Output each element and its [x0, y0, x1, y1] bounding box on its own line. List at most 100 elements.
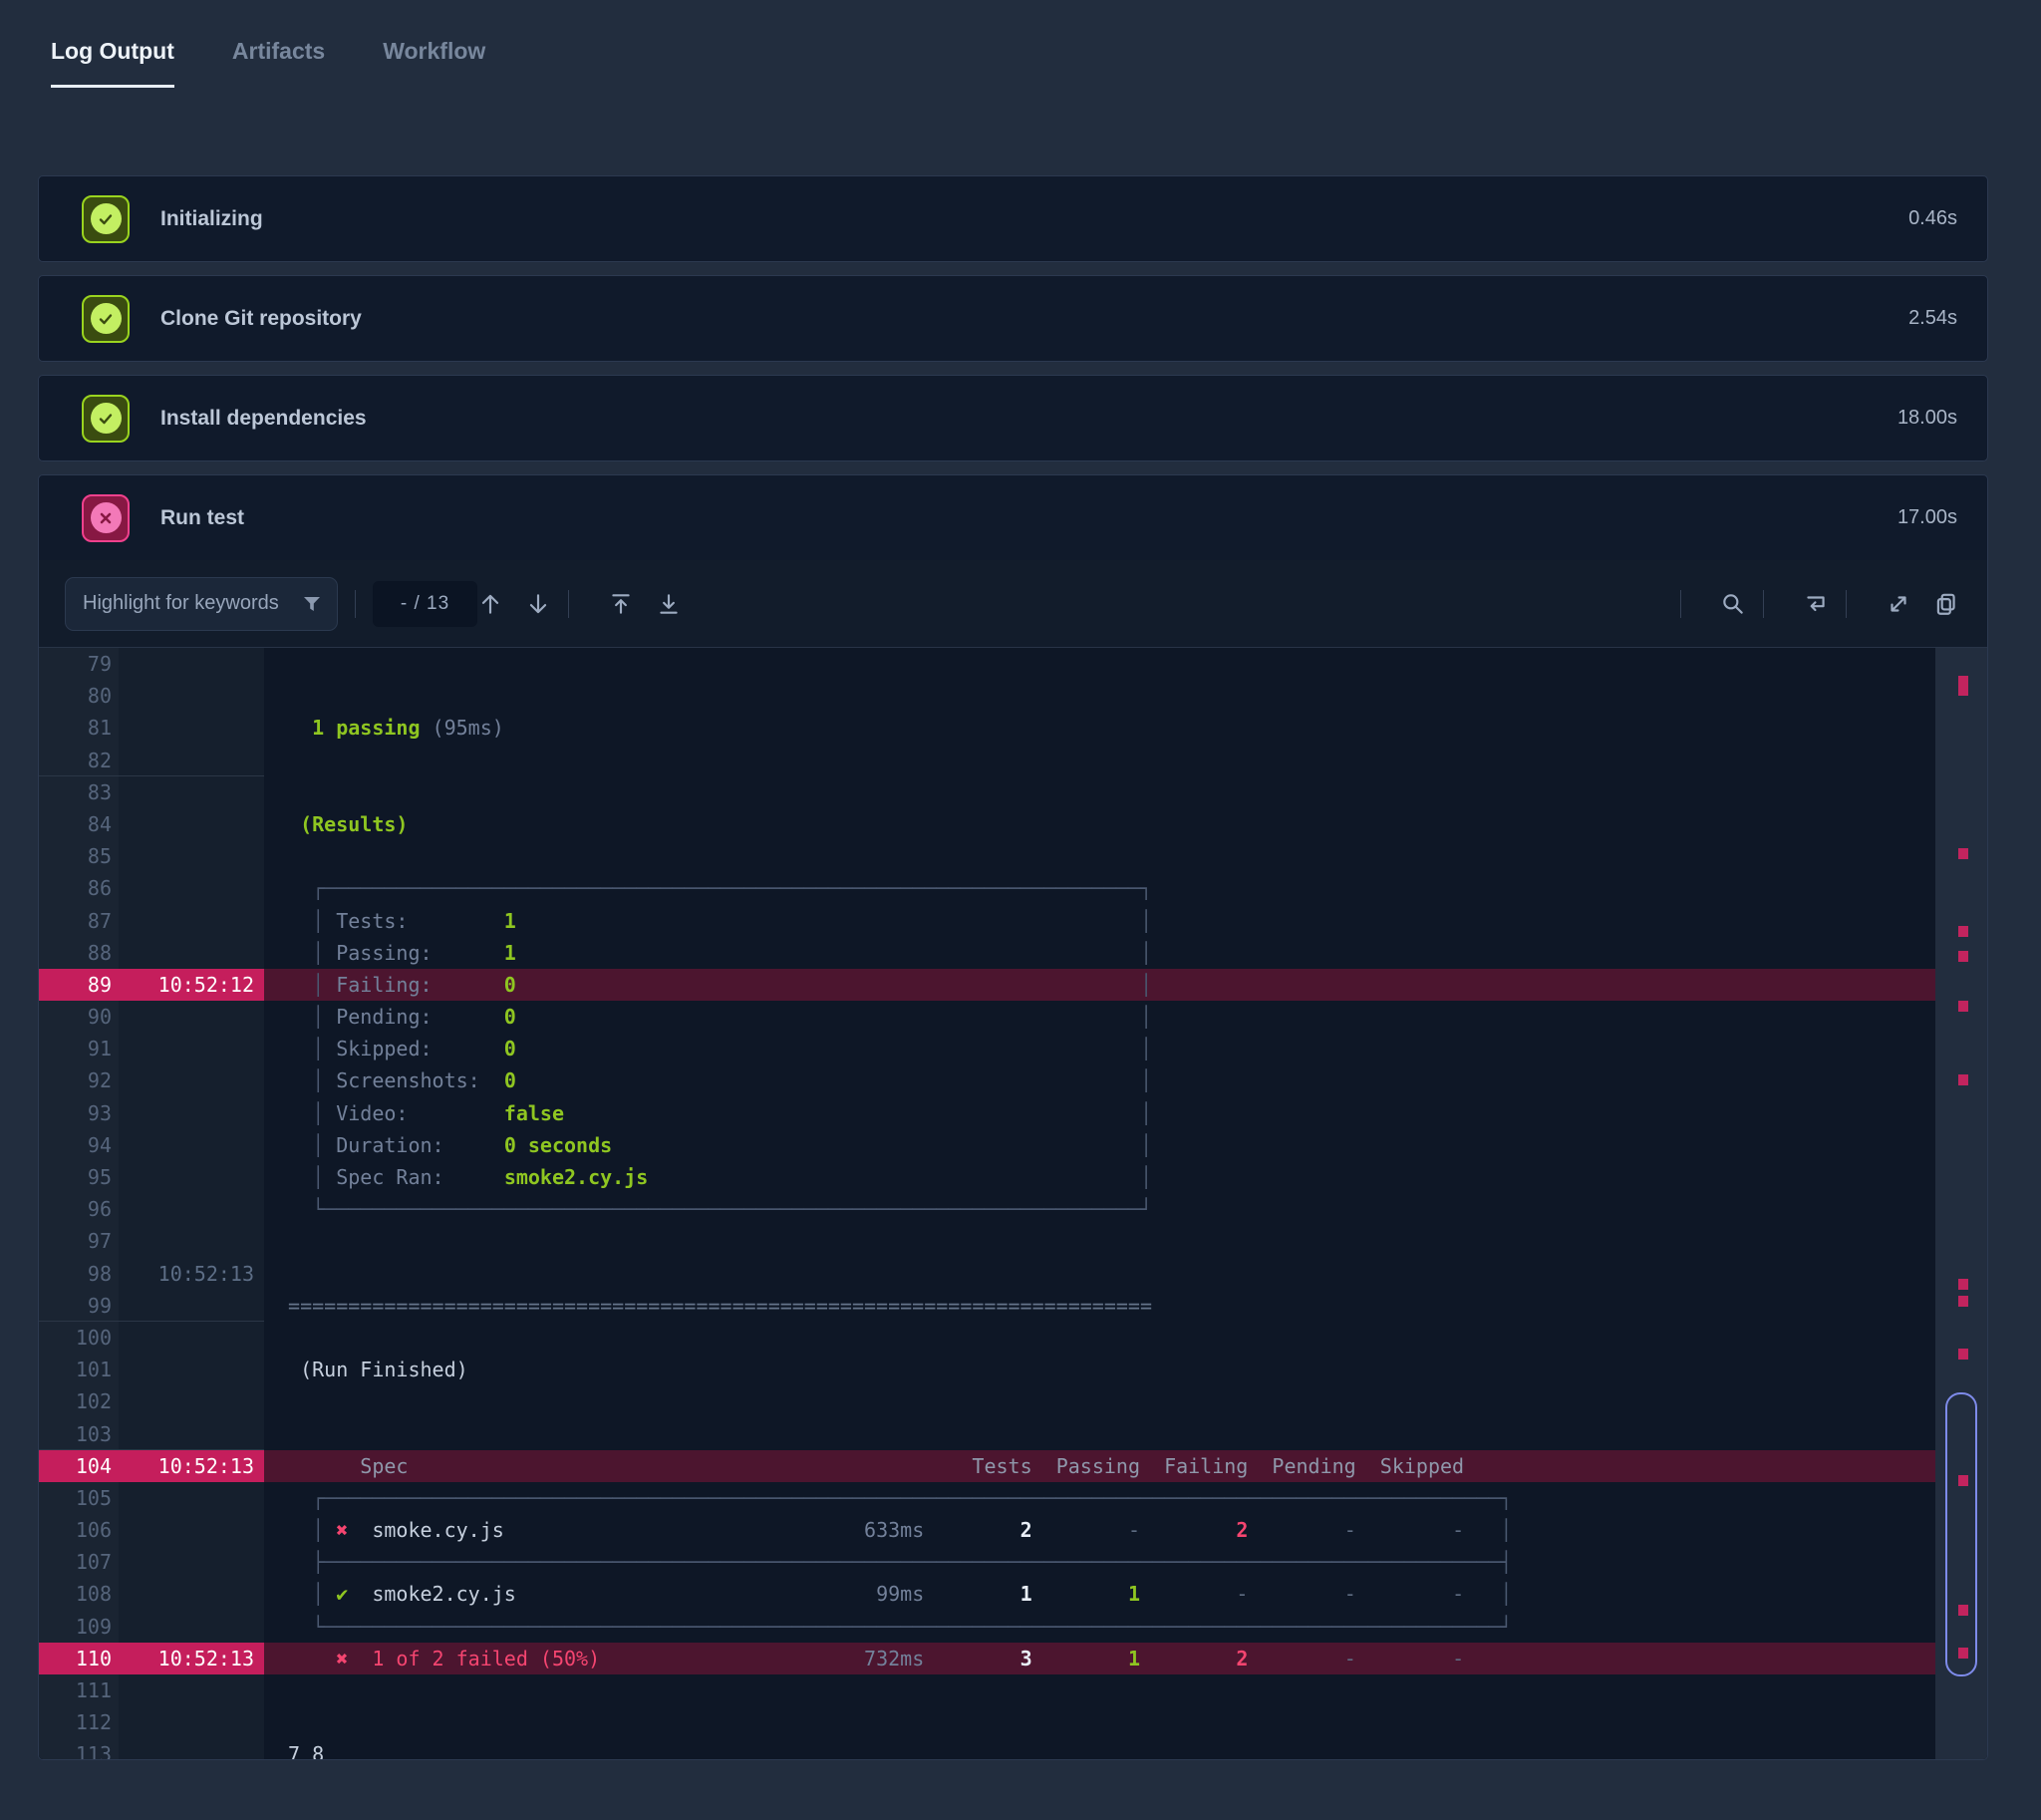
line-number[interactable]: 89: [39, 968, 119, 1002]
scroll-to-bottom-button[interactable]: [656, 591, 682, 617]
line-timestamp: [119, 1128, 264, 1161]
highlight-keywords-input[interactable]: Highlight for keywords: [65, 576, 338, 631]
line-timestamp: [119, 1385, 264, 1418]
line-content: ├ ───────────────────────────────────────…: [276, 1550, 1513, 1575]
scroll-to-top-button[interactable]: [608, 591, 634, 617]
log-line: 82: [39, 744, 1987, 776]
log-line: 102: [39, 1385, 1987, 1418]
line-number[interactable]: 81: [39, 712, 119, 745]
tab-artifacts[interactable]: Artifacts: [232, 38, 325, 88]
line-number[interactable]: 100: [39, 1321, 119, 1355]
line-timestamp: [119, 680, 264, 713]
minimap-marker: [1958, 1349, 1968, 1360]
line-number[interactable]: 95: [39, 1161, 119, 1194]
minimap-marker: [1958, 951, 1968, 962]
minimap-scrollbar-thumb[interactable]: [1945, 1392, 1977, 1676]
line-content: │ Screenshots: 0 │: [276, 1068, 1153, 1093]
step-duration: 2.54s: [1908, 307, 1957, 329]
minimap-marker: [1958, 1074, 1968, 1085]
line-number[interactable]: 105: [39, 1481, 119, 1515]
log-minimap[interactable]: [1935, 648, 1987, 1759]
tab-log-output[interactable]: Log Output: [51, 38, 174, 88]
line-content: [264, 840, 1987, 872]
expand-button[interactable]: [1886, 591, 1911, 617]
line-content: [264, 1385, 1987, 1417]
line-number[interactable]: 104: [39, 1449, 119, 1482]
status-passed-icon: [82, 194, 130, 243]
line-number[interactable]: 101: [39, 1354, 119, 1386]
line-number[interactable]: 107: [39, 1546, 119, 1579]
tab-workflow[interactable]: Workflow: [383, 38, 485, 88]
log-line: 92 │ Screenshots: 0 │: [39, 1064, 1987, 1097]
line-number[interactable]: 96: [39, 1193, 119, 1226]
status-passed-icon: [82, 294, 130, 343]
line-content: [264, 648, 1987, 680]
line-content: └ ───────────────────────────────────────…: [276, 1614, 1513, 1639]
line-number[interactable]: 91: [39, 1033, 119, 1065]
line-number[interactable]: 94: [39, 1128, 119, 1161]
search-button[interactable]: [1720, 591, 1746, 617]
line-number[interactable]: 112: [39, 1706, 119, 1739]
toolbar-divider: [1680, 589, 1681, 618]
line-content: [264, 1225, 1987, 1257]
log-line: 109 └ ───────────────────────────────────…: [39, 1610, 1987, 1643]
step-title: Run test: [160, 505, 244, 529]
line-content: │ Passing: 1 │: [276, 940, 1153, 965]
line-number[interactable]: 93: [39, 1096, 119, 1129]
log-viewer: 79 80 81 1 passing (95ms) 82 83 84 (Results) 8…: [39, 648, 1987, 1759]
line-number[interactable]: 90: [39, 1001, 119, 1034]
previous-match-button[interactable]: [477, 591, 503, 617]
line-number[interactable]: 102: [39, 1385, 119, 1418]
expand-icon: [1891, 595, 1906, 612]
line-timestamp: [119, 1033, 264, 1065]
line-number[interactable]: 97: [39, 1225, 119, 1258]
line-number[interactable]: 92: [39, 1064, 119, 1097]
log-line: 110 10:52:13 ✖ 1 of 2 failed (50%) 732ms …: [39, 1642, 1987, 1674]
line-number[interactable]: 98: [39, 1257, 119, 1290]
line-number[interactable]: 87: [39, 904, 119, 937]
status-failed-icon: [82, 493, 130, 542]
log-line: 95 │ Spec Ran: smoke2.cy.js │: [39, 1161, 1987, 1194]
line-timestamp: [119, 1321, 264, 1355]
line-number[interactable]: 103: [39, 1417, 119, 1450]
log-line: 90 │ Pending: 0 │: [39, 1001, 1987, 1034]
line-content: │ ✖ smoke.cy.js 633ms 2 - 2 - - │: [276, 1518, 1513, 1543]
wrap-lines-button[interactable]: [1803, 591, 1829, 617]
next-match-button[interactable]: [525, 591, 551, 617]
line-number[interactable]: 83: [39, 775, 119, 808]
line-timestamp: 10:52:13: [119, 1642, 264, 1674]
copy-button[interactable]: [1933, 591, 1959, 617]
line-number[interactable]: 86: [39, 872, 119, 905]
step-duration: 17.00s: [1896, 506, 1957, 528]
line-number[interactable]: 110: [39, 1642, 119, 1674]
line-number[interactable]: 106: [39, 1514, 119, 1547]
line-number[interactable]: 113: [39, 1738, 119, 1759]
step-header[interactable]: Install dependencies 18.00s: [39, 376, 1987, 460]
step-header[interactable]: Initializing 0.46s: [39, 176, 1987, 261]
line-timestamp: [119, 1161, 264, 1194]
line-content: │ Pending: 0 │: [276, 1005, 1153, 1030]
line-number[interactable]: 82: [39, 744, 119, 776]
line-number[interactable]: 79: [39, 648, 119, 681]
log-line: 108 │ ✔ smoke2.cy.js 99ms 1 1 - - - │: [39, 1578, 1987, 1611]
step-card-initializing[interactable]: Initializing 0.46s: [38, 175, 1988, 262]
line-number[interactable]: 85: [39, 840, 119, 873]
line-number[interactable]: 109: [39, 1610, 119, 1643]
line-number[interactable]: 84: [39, 807, 119, 841]
line-timestamp: [119, 1225, 264, 1258]
line-timestamp: [119, 775, 264, 808]
step-header[interactable]: Clone Git repository 2.54s: [39, 276, 1987, 361]
line-number[interactable]: 88: [39, 936, 119, 969]
line-content: (Run Finished): [276, 1358, 468, 1382]
line-number[interactable]: 108: [39, 1578, 119, 1611]
line-number[interactable]: 80: [39, 680, 119, 713]
check-icon: [90, 303, 122, 334]
line-number[interactable]: 99: [39, 1289, 119, 1322]
filter-icon: [304, 596, 320, 611]
x-icon: [90, 502, 122, 533]
minimap-marker: [1958, 926, 1968, 937]
step-header[interactable]: Run test 17.00s: [39, 475, 1987, 560]
step-card-install-dependencies[interactable]: Install dependencies 18.00s: [38, 375, 1988, 461]
line-number[interactable]: 111: [39, 1674, 119, 1707]
step-card-clone-git-repository[interactable]: Clone Git repository 2.54s: [38, 275, 1988, 362]
